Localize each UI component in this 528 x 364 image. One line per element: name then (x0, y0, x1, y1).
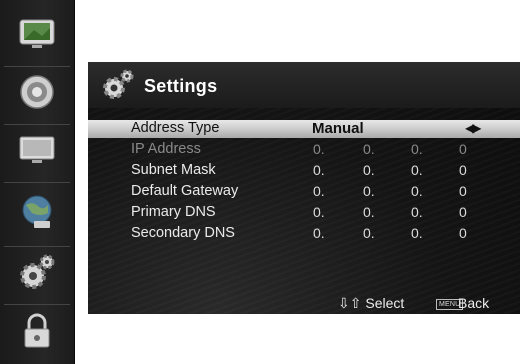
primary-dns-row[interactable]: Primary DNS 0. 0. 0. 0 (88, 204, 520, 223)
row-label: Default Gateway (131, 183, 239, 199)
back-hint[interactable]: Back (458, 295, 489, 311)
page-title: Settings (144, 76, 218, 96)
ip-octet[interactable]: 0. (363, 162, 375, 178)
row-label: Address Type (131, 120, 220, 136)
row-label: Subnet Mask (131, 162, 216, 178)
default-gateway-row[interactable]: Default Gateway 0. 0. 0. 0 (88, 183, 520, 202)
ip-octet[interactable]: 0. (411, 162, 423, 178)
ip-octet[interactable]: 0 (459, 204, 467, 220)
ip-octet[interactable]: 0. (313, 204, 325, 220)
lock-icon[interactable] (12, 310, 62, 354)
menu-sidebar (0, 0, 75, 364)
left-right-arrows-icon[interactable]: ◀▶ (465, 121, 482, 135)
ip-octet[interactable]: 0 (459, 183, 467, 199)
row-label: Secondary DNS (131, 225, 235, 241)
speaker-sound-icon[interactable] (12, 70, 62, 114)
subnet-mask-row[interactable]: Subnet Mask 0. 0. 0. 0 (88, 162, 520, 181)
settings-panel: Settings Address Type Manual ◀▶ IP Addre… (88, 62, 520, 314)
ip-octet[interactable]: 0. (313, 225, 325, 241)
ip-octet[interactable]: 0. (313, 162, 325, 178)
ip-address-row[interactable]: IP Address 0. 0. 0. 0 (88, 141, 520, 160)
settings-gears-icon (100, 68, 136, 102)
ip-octet[interactable]: 0 (459, 162, 467, 178)
ip-octet[interactable]: 0. (313, 141, 325, 157)
ip-octet[interactable]: 0. (363, 225, 375, 241)
ip-octet[interactable]: 0. (411, 183, 423, 199)
tv-picture-icon[interactable] (12, 12, 62, 56)
ip-octet[interactable]: 0 (459, 225, 467, 241)
row-label: IP Address (131, 141, 201, 157)
ip-octet[interactable]: 0. (363, 183, 375, 199)
ip-octet[interactable]: 0. (411, 141, 423, 157)
row-label: Primary DNS (131, 204, 216, 220)
ip-octet[interactable]: 0. (363, 204, 375, 220)
address-type-value: Manual (312, 120, 364, 137)
ip-octet[interactable]: 0. (313, 183, 325, 199)
select-hint: ⇩⇧ Select (338, 295, 405, 311)
address-type-row[interactable]: Address Type Manual ◀▶ (88, 120, 520, 139)
secondary-dns-row[interactable]: Secondary DNS 0. 0. 0. 0 (88, 225, 520, 244)
network-globe-icon[interactable] (12, 190, 62, 234)
ip-octet[interactable]: 0. (411, 204, 423, 220)
footer-hints: ⇩⇧ Select MENU Back (88, 294, 520, 314)
ip-octet[interactable]: 0. (411, 225, 423, 241)
panel-header: Settings (88, 62, 520, 108)
settings-gears-icon[interactable] (12, 250, 62, 294)
ip-octet[interactable]: 0 (459, 141, 467, 157)
screen-display-icon[interactable] (12, 128, 62, 172)
ip-octet[interactable]: 0. (363, 141, 375, 157)
